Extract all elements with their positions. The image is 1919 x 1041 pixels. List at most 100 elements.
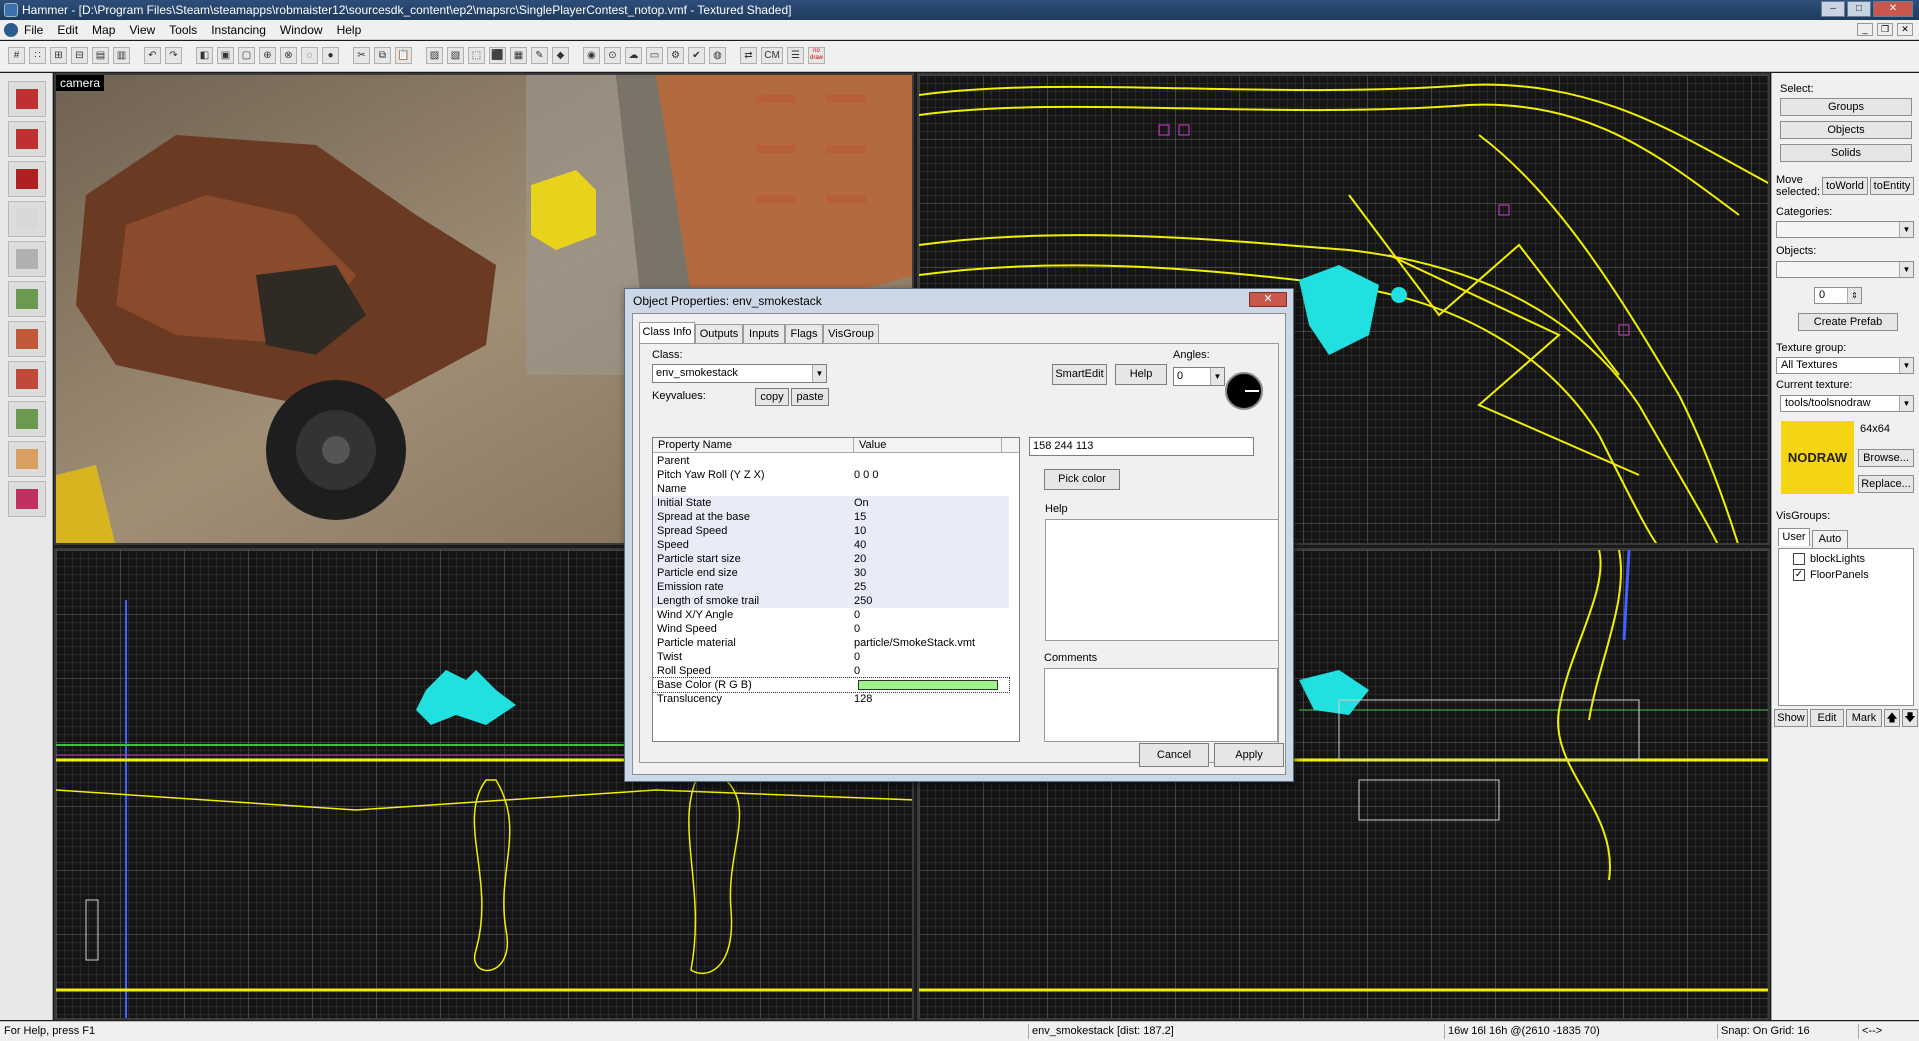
grid-dots-icon[interactable]: ∷ [29,47,46,64]
redo-icon[interactable]: ↷ [165,47,182,64]
objects-spin-input[interactable]: 0 ⇕ [1814,287,1862,304]
mdi-restore-button[interactable]: ❐ [1877,23,1893,36]
apply-overlay-icon[interactable] [8,401,46,437]
comments-field[interactable] [1044,668,1278,742]
keyvalue-row[interactable]: Particle material particle/SmokeStack.vmt [653,636,1009,650]
undo-icon[interactable]: ↶ [144,47,161,64]
compile-icon[interactable]: ⚙ [667,47,684,64]
selection-box-icon[interactable]: ⬚ [468,47,485,64]
keyvalue-row[interactable]: Initial State On [653,496,1009,510]
close-button[interactable]: ✕ [1873,1,1913,17]
move-to-world-icon[interactable]: ⊗ [280,47,297,64]
keyvalue-row[interactable]: Spread at the base 15 [653,510,1009,524]
angles-combo[interactable]: 0 ▼ [1173,367,1225,386]
apply-decal-icon[interactable] [8,361,46,397]
select-icon[interactable]: ⬛ [489,47,506,64]
tab-user[interactable]: User [1778,528,1810,546]
keyvalue-row[interactable]: Twist 0 [653,650,1009,664]
keyvalue-value-field[interactable]: 158 244 113 [1029,437,1254,456]
to-entity-button[interactable]: toEntity [1870,177,1914,195]
magnify-tool-icon[interactable] [8,121,46,157]
vertex-icon[interactable]: ◆ [552,47,569,64]
visgroup-checkbox[interactable]: ✓ [1793,569,1805,582]
menu-map[interactable]: Map [92,23,115,37]
keyvalue-row[interactable]: Name [653,482,1009,496]
keyvalue-row[interactable]: Emission rate 25 [653,580,1009,594]
copy-button[interactable]: copy [755,388,789,406]
toggle-fog-icon[interactable]: ☁ [625,47,642,64]
show-icon[interactable]: ● [322,47,339,64]
keyvalue-row[interactable]: Translucency 128 [653,692,1009,706]
vertex-tool-icon[interactable] [8,481,46,517]
block-tool-icon[interactable] [8,241,46,277]
cubemap-icon[interactable]: ◍ [709,47,726,64]
menu-edit[interactable]: Edit [57,23,78,37]
tie-to-entity-icon[interactable]: ⊕ [259,47,276,64]
ungroup-icon[interactable]: ▢ [238,47,255,64]
camera-tool-icon[interactable] [8,161,46,197]
keyvalue-row[interactable]: Base Color (R G B) [653,677,1010,693]
move-down-icon[interactable]: 🡇 [1902,709,1918,727]
spin-arrows-icon[interactable]: ⇕ [1847,288,1861,303]
visgroup-item[interactable]: ✓ FloorPanels [1793,569,1869,582]
hide-icon[interactable]: ◌ [301,47,318,64]
menu-window[interactable]: Window [280,23,323,37]
keyvalue-row[interactable]: Parent [653,454,1009,468]
create-prefab-button[interactable]: Create Prefab [1798,313,1898,331]
grid-larger-icon[interactable]: ⊞ [50,47,67,64]
copy-icon[interactable]: ⧉ [374,47,391,64]
select-objects-button[interactable]: Objects [1780,121,1912,139]
value-header[interactable]: Value [854,438,1002,453]
menu-file[interactable]: File [24,23,43,37]
keyvalue-row[interactable]: Spread Speed 10 [653,524,1009,538]
hollow-icon[interactable]: ▦ [510,47,527,64]
cm-icon[interactable]: CM [761,47,783,64]
maximize-button[interactable]: □ [1847,1,1871,17]
visgroup-edit-button[interactable]: Edit [1810,709,1844,727]
tab-outputs[interactable]: Outputs [695,324,743,343]
paste-icon[interactable]: 📋 [395,47,412,64]
tab-inputs[interactable]: Inputs [743,324,785,343]
visgroup-item[interactable]: blockLights [1793,553,1865,566]
toggle-cordon-icon[interactable]: ▭ [646,47,663,64]
keyvalue-row[interactable]: Length of smoke trail 250 [653,594,1009,608]
keyvalue-row[interactable]: Particle start size 20 [653,552,1009,566]
select-groups-button[interactable]: Groups [1780,98,1912,116]
toggle-models-icon[interactable]: ◉ [583,47,600,64]
browse-button[interactable]: Browse... [1858,449,1914,467]
property-name-header[interactable]: Property Name [653,438,854,453]
keyvalue-row[interactable]: Pitch Yaw Roll (Y Z X) 0 0 0 [653,468,1009,482]
carve-icon[interactable]: ◧ [196,47,213,64]
mdi-close-button[interactable]: ✕ [1897,23,1913,36]
no-draw-icon[interactable]: no draw [808,47,825,64]
load-window-state-icon[interactable]: ▤ [92,47,109,64]
keyvalue-row[interactable]: Wind X/Y Angle 0 [653,608,1009,622]
apply-current-texture-icon[interactable] [8,321,46,357]
mdi-minimize-button[interactable]: _ [1857,23,1873,36]
texture-lock-icon[interactable]: ▨ [426,47,443,64]
menu-tools[interactable]: Tools [169,23,197,37]
save-window-state-icon[interactable]: ▥ [113,47,130,64]
current-texture-combo[interactable]: tools/toolsnodraw ▼ [1780,395,1914,412]
visgroup-mark-button[interactable]: Mark [1846,709,1882,727]
tab-class-info[interactable]: Class Info [639,322,695,343]
angle-dial[interactable] [1225,372,1263,410]
help-button[interactable]: Help [1115,364,1167,385]
texture-preview[interactable]: NODRAW [1781,421,1854,494]
keyvalue-row[interactable]: Particle end size 30 [653,566,1009,580]
cut-icon[interactable]: ✂ [353,47,370,64]
toggle-texture-app-icon[interactable] [8,281,46,317]
tab-auto[interactable]: Auto [1812,530,1848,548]
group-icon[interactable]: ▣ [217,47,234,64]
entity-report-icon[interactable]: ☰ [787,47,804,64]
grid-toggle-icon[interactable]: # [8,47,25,64]
to-world-button[interactable]: toWorld [1822,177,1868,195]
clipping-tool-icon[interactable] [8,441,46,477]
tab-flags[interactable]: Flags [785,324,823,343]
dialog-close-button[interactable]: ✕ [1249,292,1287,307]
smartedit-button[interactable]: SmartEdit [1052,364,1107,385]
keyvalue-row[interactable]: Wind Speed 0 [653,622,1009,636]
flip-icon[interactable]: ⇄ [740,47,757,64]
visgroup-checkbox[interactable] [1793,553,1805,566]
texture-group-combo[interactable]: All Textures ▼ [1776,357,1914,374]
